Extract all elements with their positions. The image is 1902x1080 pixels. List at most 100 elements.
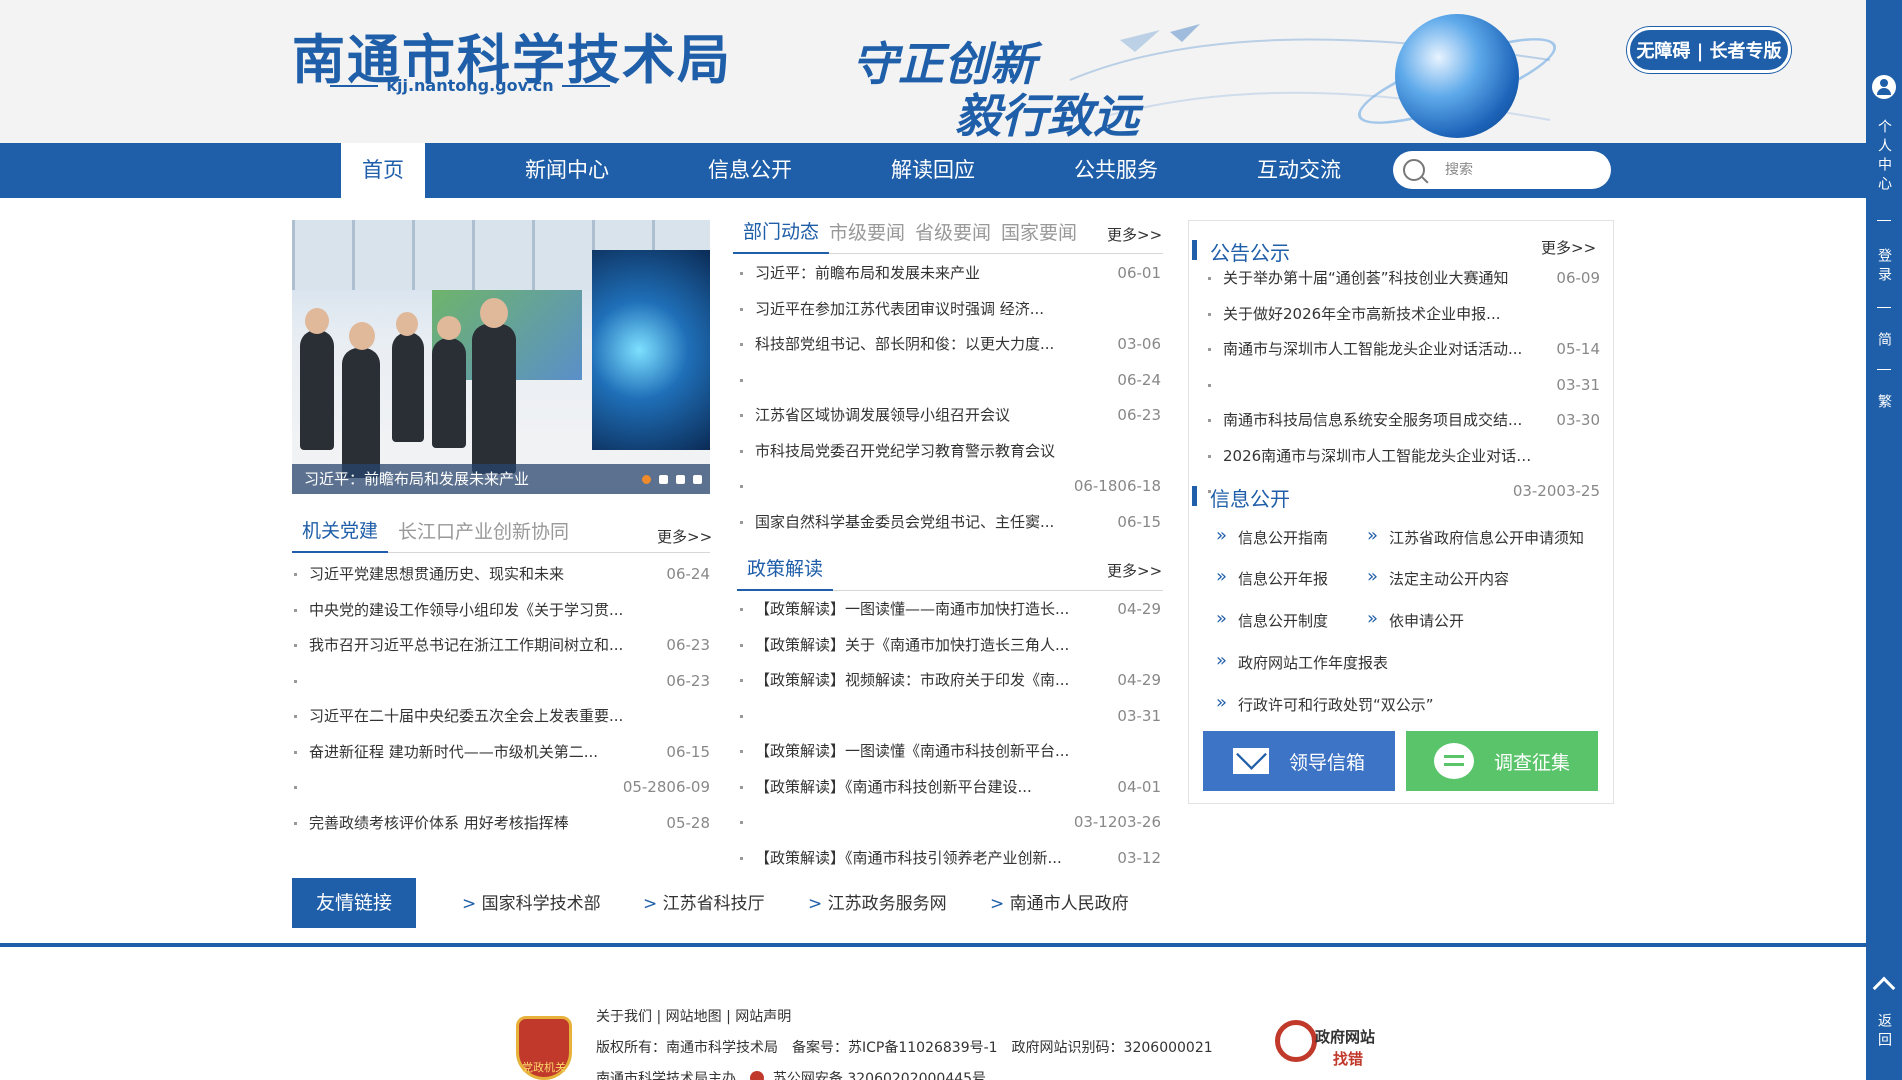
chevron-up-icon[interactable] xyxy=(1872,976,1896,1000)
list-item-title[interactable]: 关于做好2026年全市高新技术企业申报... xyxy=(1223,301,1500,327)
list-item-title[interactable]: 习近平：前瞻布局和发展未来产业 xyxy=(755,260,980,286)
search-input[interactable] xyxy=(1445,162,1595,178)
list-item[interactable]: 05-2806-09 xyxy=(292,774,710,800)
list-item[interactable]: 中央党的建设工作领导小组印发《关于学习贯... xyxy=(292,597,710,623)
list-item-title[interactable]: 2026南通市与深圳市人工智能龙头企业对话活动... xyxy=(1223,443,1533,469)
sidebar-login[interactable]: 登录 xyxy=(1866,243,1902,291)
list-item-title[interactable]: 南通市与深圳市人工智能龙头企业对话活动... xyxy=(1223,336,1522,362)
list-item-title[interactable]: 习近平党建思想贯通历史、现实和未来 xyxy=(309,561,564,587)
list-item[interactable]: 南通市科技局信息系统安全服务项目成交结... 03-30 xyxy=(1206,407,1600,433)
list-item-title[interactable]: 奋进新征程 建功新时代——市级机关第二... xyxy=(309,739,598,765)
carousel-dot[interactable] xyxy=(676,475,685,484)
list-item[interactable]: 南通市与深圳市人工智能龙头企业对话活动... 05-14 xyxy=(1206,336,1600,362)
nav-news-center[interactable]: 新闻中心 xyxy=(517,143,617,198)
tab-policy-interpretation[interactable]: 政策解读 xyxy=(737,554,834,591)
list-item[interactable]: 市科技局党委召开党纪学习教育警示教育会议 xyxy=(738,438,1161,464)
tab-city-news[interactable]: 市级要闻 xyxy=(829,218,915,253)
list-item[interactable]: 完善政绩考核评价体系 用好考核指挥棒 05-28 xyxy=(292,810,710,836)
list-item-title[interactable]: 中央党的建设工作领导小组印发《关于学习贯... xyxy=(309,597,623,623)
list-item-title[interactable]: 习近平在二十届中央纪委五次全会上发表重要... xyxy=(309,703,623,729)
list-item[interactable]: 习近平在参加江苏代表团审议时强调 经济... xyxy=(738,296,1161,322)
info-link-statutory-content[interactable]: 法定主动公开内容 xyxy=(1367,566,1509,589)
list-item-title[interactable]: 完善政绩考核评价体系 用好考核指挥棒 xyxy=(309,810,569,836)
user-icon[interactable] xyxy=(1872,75,1896,99)
list-item[interactable]: 习近平在二十届中央纪委五次全会上发表重要... xyxy=(292,703,710,729)
list-item-title[interactable]: 关于举办第十届“通创荟”科技创业大赛通知 xyxy=(1223,265,1509,291)
sidebar-back-top[interactable]: 返回 xyxy=(1866,1008,1902,1056)
list-item-title[interactable]: 【政策解读】一图读懂——南通市加快打造长... xyxy=(755,596,1069,622)
list-item[interactable]: 科技部党组书记、部长阴和俊：以更大力度... 03-06 xyxy=(738,331,1161,357)
survey-button[interactable]: 调查征集 xyxy=(1406,731,1598,791)
info-link-dual-publicity[interactable]: 行政许可和行政处罚“双公示” xyxy=(1216,692,1434,715)
carousel-dot[interactable] xyxy=(659,475,668,484)
list-item[interactable]: 关于做好2026年全市高新技术企业申报... xyxy=(1206,301,1600,327)
list-item[interactable]: 06-24 xyxy=(738,367,1161,393)
tab-party-building[interactable]: 机关党建 xyxy=(292,516,389,553)
news-more-link[interactable]: 更多>> xyxy=(1107,224,1162,245)
gov-site-error-logo[interactable]: 政府网站 找错 xyxy=(1275,1020,1385,1070)
list-item-title[interactable]: 江苏省区域协调发展领导小组召开会议 xyxy=(755,402,1010,428)
list-item-title[interactable]: 我市召开习近平总书记在浙江工作期间树立和... xyxy=(309,632,623,658)
tab-province-news[interactable]: 省级要闻 xyxy=(915,218,1001,253)
list-item-title[interactable]: 【政策解读】《南通市科技创新平台建设... xyxy=(755,774,1032,800)
list-item-title[interactable]: 【政策解读】《南通市科技引领养老产业创新... xyxy=(755,845,1062,871)
info-link-on-request[interactable]: 依申请公开 xyxy=(1367,608,1464,631)
carousel-dot-active[interactable] xyxy=(642,475,651,484)
list-item-title[interactable]: 【政策解读】视频解读：市政府关于印发《南... xyxy=(755,667,1069,693)
tab-national-news[interactable]: 国家要闻 xyxy=(1001,218,1087,253)
list-item[interactable]: 江苏省区域协调发展领导小组召开会议 06-23 xyxy=(738,402,1161,428)
list-item-title[interactable]: 国家自然科学基金委员会党组书记、主任窦... xyxy=(755,509,1054,535)
nav-interpretation[interactable]: 解读回应 xyxy=(883,143,983,198)
list-item[interactable]: 03-31 xyxy=(738,703,1161,729)
list-item-title[interactable]: 市科技局党委召开党纪学习教育警示教育会议 xyxy=(755,438,1055,464)
list-item[interactable]: 06-23 xyxy=(292,668,710,694)
list-item-title[interactable]: 【政策解读】关于《南通市加快打造长三角人... xyxy=(755,632,1069,658)
friend-link-most[interactable]: 国家科学技术部 xyxy=(462,889,601,914)
sidebar-traditional[interactable]: 繁 xyxy=(1866,391,1902,415)
info-link-system[interactable]: 信息公开制度 xyxy=(1216,608,1328,631)
nav-public-service[interactable]: 公共服务 xyxy=(1066,143,1166,198)
friend-links-button[interactable]: 友情链接 xyxy=(292,878,416,928)
party-gov-badge[interactable]: 党政机关 xyxy=(516,1016,572,1080)
list-item[interactable]: 【政策解读】视频解读：市政府关于印发《南... 04-29 xyxy=(738,667,1161,693)
sidebar-simplified[interactable]: 简 xyxy=(1866,329,1902,353)
list-item[interactable]: 习近平：前瞻布局和发展未来产业 06-01 xyxy=(738,260,1161,286)
footer-link-statement[interactable]: 网站声明 xyxy=(735,1009,791,1025)
carousel-dot[interactable] xyxy=(693,475,702,484)
tab-dept-news[interactable]: 部门动态 xyxy=(733,217,830,254)
policy-more-link[interactable]: 更多>> xyxy=(1107,560,1162,581)
tab-yangtze-innovation[interactable]: 长江口产业创新协同 xyxy=(388,517,579,552)
list-item[interactable]: 奋进新征程 建功新时代——市级机关第二... 06-15 xyxy=(292,739,710,765)
list-item[interactable]: 【政策解读】关于《南通市加快打造长三角人... xyxy=(738,632,1161,658)
nav-info-disclosure[interactable]: 信息公开 xyxy=(700,143,800,198)
list-item-title[interactable]: 南通市科技局信息系统安全服务项目成交结... xyxy=(1223,407,1522,433)
list-item[interactable]: 03-31 xyxy=(1206,372,1600,398)
footer-link-about[interactable]: 关于我们 xyxy=(596,1009,652,1025)
nav-interaction[interactable]: 互动交流 xyxy=(1249,143,1349,198)
nav-home[interactable]: 首页 xyxy=(341,143,425,198)
list-item[interactable]: 习近平党建思想贯通历史、现实和未来 06-24 xyxy=(292,561,710,587)
friend-link-jiangsu-kjt[interactable]: 江苏省科技厅 xyxy=(643,889,765,914)
notice-more-link[interactable]: 更多>> xyxy=(1541,237,1596,258)
list-item[interactable]: 【政策解读】一图读懂《南通市科技创新平台... xyxy=(738,738,1161,764)
sidebar-personal-center[interactable]: 个人中心 xyxy=(1866,112,1902,202)
leader-mailbox-button[interactable]: 领导信箱 xyxy=(1203,731,1395,791)
list-item[interactable]: 【政策解读】一图读懂——南通市加快打造长... 04-29 xyxy=(738,596,1161,622)
footer-police-record[interactable]: 苏公网安备 32060202000445号 xyxy=(773,1071,986,1080)
accessibility-button[interactable]: 无障碍 | 长者专版 xyxy=(1627,27,1791,73)
list-item[interactable]: 国家自然科学基金委员会党组书记、主任窦... 06-15 xyxy=(738,509,1161,535)
search-icon[interactable] xyxy=(1403,159,1425,181)
info-link-guide[interactable]: 信息公开指南 xyxy=(1216,525,1328,548)
list-item[interactable]: 我市召开习近平总书记在浙江工作期间树立和... 06-23 xyxy=(292,632,710,658)
list-item[interactable]: 06-1806-18 xyxy=(738,473,1161,499)
list-item-title[interactable]: 习近平在参加江苏代表团审议时强调 经济... xyxy=(755,296,1044,322)
info-link-application-notice[interactable]: 江苏省政府信息公开申请须知 xyxy=(1367,525,1584,548)
info-link-annual-report[interactable]: 信息公开年报 xyxy=(1216,566,1328,589)
list-item[interactable]: 2026南通市与深圳市人工智能龙头企业对话活动... xyxy=(1206,443,1600,469)
footer-link-sitemap[interactable]: 网站地图 xyxy=(666,1009,722,1025)
list-item[interactable]: 03-1203-26 xyxy=(738,809,1161,835)
list-item-title[interactable]: 【政策解读】一图读懂《南通市科技创新平台... xyxy=(755,738,1069,764)
list-item-title[interactable]: 科技部党组书记、部长阴和俊：以更大力度... xyxy=(755,331,1054,357)
list-item[interactable]: 关于举办第十届“通创荟”科技创业大赛通知 06-09 xyxy=(1206,265,1600,291)
list-item[interactable]: 【政策解读】《南通市科技创新平台建设... 04-01 xyxy=(738,774,1161,800)
